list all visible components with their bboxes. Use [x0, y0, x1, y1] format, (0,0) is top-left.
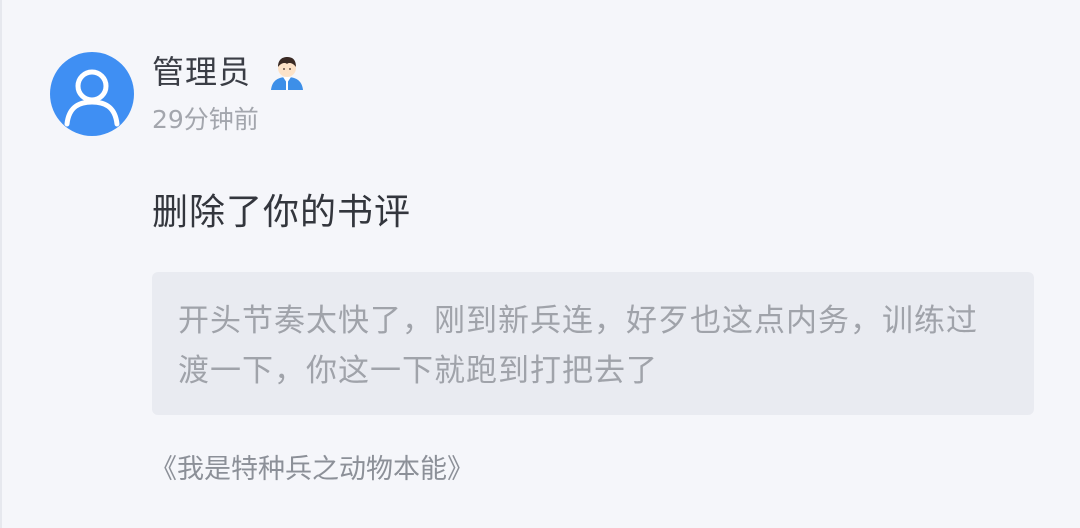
review-quote[interactable]: 开头节奏太快了，刚到新兵连，好歹也这点内务，训练过渡一下，你这一下就跑到打把去了 [152, 272, 1034, 415]
notification-card: 管理员 29分钟前 删除了你的书评 开头节奏太快了，刚到新兵连，好歹也这点内务，… [0, 0, 1080, 528]
admin-badge-icon [267, 52, 307, 92]
book-title-link[interactable]: 《我是特种兵之动物本能》 [150, 450, 474, 490]
username[interactable]: 管理员 [152, 50, 251, 94]
user-header: 管理员 [152, 50, 307, 94]
default-user-avatar-icon [64, 69, 120, 127]
action-description: 删除了你的书评 [152, 192, 412, 233]
timestamp: 29分钟前 [152, 105, 259, 134]
review-text: 开头节奏太快了，刚到新兵连，好歹也这点内务，训练过渡一下，你这一下就跑到打把去了 [178, 303, 978, 389]
user-avatar[interactable] [50, 52, 134, 136]
